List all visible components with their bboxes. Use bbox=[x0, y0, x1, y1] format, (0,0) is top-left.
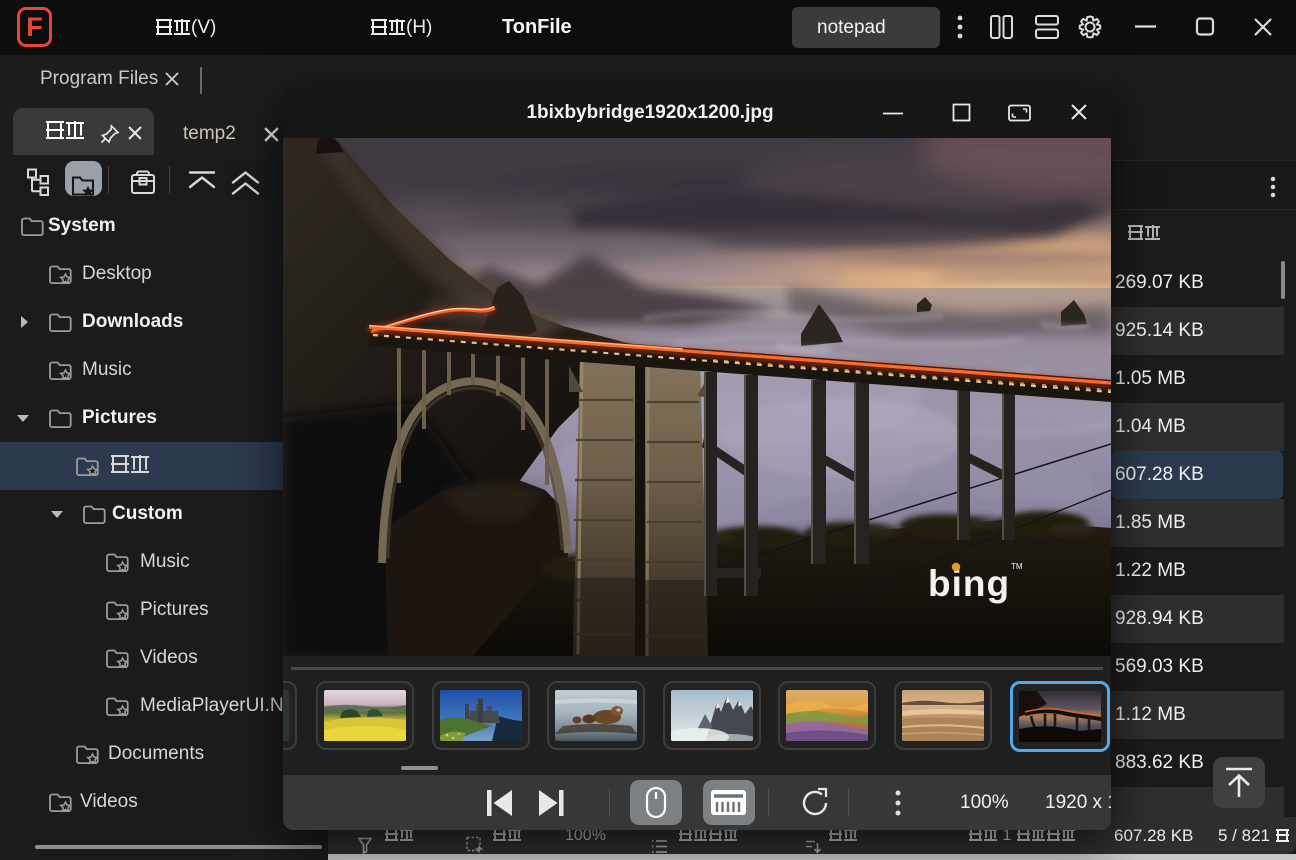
svg-text:TM: TM bbox=[1011, 562, 1023, 571]
svg-text:bing: bing bbox=[928, 563, 1010, 604]
